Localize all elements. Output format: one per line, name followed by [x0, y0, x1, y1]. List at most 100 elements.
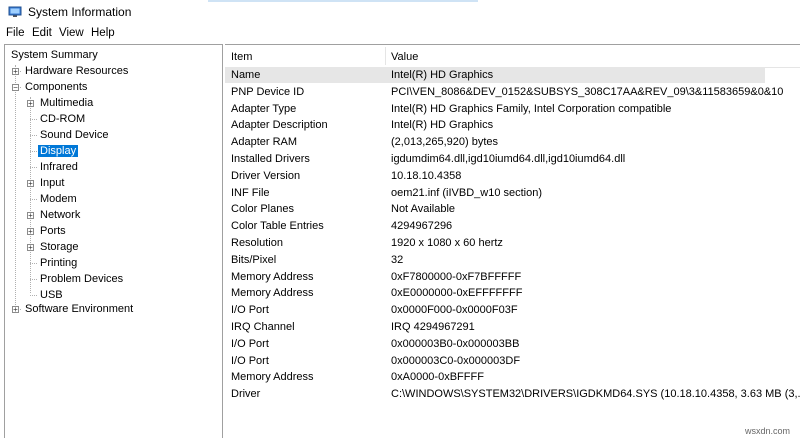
cell-item: I/O Port: [231, 354, 269, 367]
table-row[interactable]: INF File oem21.inf (iIVBD_w10 section): [225, 185, 765, 201]
tree-item-label: Components: [25, 81, 88, 93]
cell-value: Intel(R) HD Graphics: [391, 119, 494, 132]
tree-item-modem[interactable]: Modem: [38, 191, 79, 207]
tree-item-software-environment[interactable]: Software Environment: [23, 301, 135, 317]
expand-software-environment-icon[interactable]: +: [12, 306, 19, 314]
table-row[interactable]: I/O Port 0x000003C0-0x000003DF: [225, 353, 765, 369]
cell-item: Memory Address: [231, 287, 314, 300]
tree-item-input[interactable]: Input: [38, 175, 66, 191]
column-header-item[interactable]: Item: [231, 51, 252, 63]
table-row[interactable]: Name Intel(R) HD Graphics: [225, 67, 765, 83]
table-row[interactable]: Memory Address 0xF7800000-0xF7BFFFFF: [225, 269, 765, 285]
tree-item-system-summary[interactable]: System Summary: [9, 47, 100, 63]
category-tree[interactable]: System Summary + Hardware Resources − Co…: [4, 44, 223, 438]
cell-item: Adapter Type: [231, 102, 297, 115]
tree-item-label: Display: [38, 145, 79, 157]
expand-input-icon[interactable]: +: [27, 180, 34, 188]
table-row[interactable]: Color Planes Not Available: [225, 201, 765, 217]
tree-item-label: Printing: [40, 257, 78, 269]
expand-network-icon[interactable]: +: [27, 212, 34, 220]
tree-item-hardware-resources[interactable]: Hardware Resources: [23, 63, 130, 79]
cell-item: I/O Port: [231, 304, 269, 317]
cell-item: Name: [231, 69, 261, 81]
cell-value: 0xE0000000-0xEFFFFFFF: [391, 287, 523, 300]
table-row[interactable]: Adapter Description Intel(R) HD Graphics: [225, 117, 765, 133]
cell-value: 32: [391, 253, 404, 266]
table-row[interactable]: Memory Address 0xA0000-0xBFFFF: [225, 369, 765, 385]
tree-item-components[interactable]: Components: [23, 79, 89, 95]
tree-connector: [30, 167, 37, 168]
tree-item-sound-device[interactable]: Sound Device: [38, 127, 111, 143]
table-row[interactable]: Adapter RAM (2,013,265,920) bytes: [225, 134, 765, 150]
column-header-row: Item Value: [225, 45, 800, 68]
table-row[interactable]: Memory Address 0xE0000000-0xEFFFFFFF: [225, 285, 765, 301]
expand-multimedia-icon[interactable]: +: [27, 100, 34, 108]
tree-item-label: System Summary: [11, 49, 98, 61]
tree-item-problem-devices[interactable]: Problem Devices: [38, 271, 125, 287]
expand-ports-icon[interactable]: +: [27, 228, 34, 236]
cell-value: igdumdim64.dll,igd10iumd64.dll,igd10iumd…: [391, 153, 626, 165]
tree-item-multimedia[interactable]: Multimedia: [38, 95, 95, 111]
system-info-app-icon: [8, 6, 22, 17]
tree-item-label: Sound Device: [40, 129, 109, 141]
tree-item-label: Problem Devices: [40, 273, 124, 285]
watermark-text: wsxdn.com: [745, 426, 791, 436]
tree-item-usb[interactable]: USB: [38, 287, 65, 303]
table-row[interactable]: Color Table Entries 4294967296: [225, 218, 765, 234]
tree-item-label: Modem: [40, 193, 77, 205]
cell-item: INF File: [231, 186, 270, 199]
tree-item-label: Input: [40, 177, 65, 189]
expand-hardware-resources-icon[interactable]: +: [12, 68, 19, 76]
tree-item-storage[interactable]: Storage: [38, 239, 81, 255]
table-row[interactable]: I/O Port 0x000003B0-0x000003BB: [225, 336, 765, 352]
table-row[interactable]: Resolution 1920 x 1080 x 60 hertz: [225, 235, 765, 251]
menu-edit[interactable]: Edit: [32, 27, 52, 39]
table-row[interactable]: IRQ Channel IRQ 4294967291: [225, 319, 765, 335]
table-row[interactable]: PNP Device ID PCI\VEN_8086&DEV_0152&SUBSY…: [225, 84, 783, 100]
cell-item: Memory Address: [231, 371, 314, 384]
cell-item: Memory Address: [231, 270, 314, 283]
tree-item-label: USB: [40, 289, 63, 301]
tree-connector: [30, 295, 37, 296]
cell-value: oem21.inf (iIVBD_w10 section): [391, 186, 543, 199]
table-row[interactable]: Installed Drivers igdumdim64.dll,igd10ium…: [225, 151, 765, 167]
expand-storage-icon[interactable]: +: [27, 244, 34, 252]
cell-item: PNP Device ID: [231, 85, 305, 98]
menu-help[interactable]: Help: [91, 27, 115, 39]
menu-view[interactable]: View: [59, 27, 84, 39]
table-row[interactable]: Adapter Type Intel(R) HD Graphics Family,…: [225, 101, 765, 117]
tree-item-infrared[interactable]: Infrared: [38, 159, 80, 175]
table-row[interactable]: Driver Version 10.18.10.4358: [225, 168, 765, 184]
details-list[interactable]: Item Value Name Intel(R) HD Graphics PNP D…: [225, 44, 800, 438]
table-row[interactable]: Driver C:\WINDOWS\SYSTEM32\DRIVERS\IGDKMD…: [225, 386, 800, 402]
cell-value: Intel(R) HD Graphics: [391, 69, 494, 81]
tree-connector: [30, 119, 37, 120]
cell-value: 0xA0000-0xBFFFF: [391, 371, 484, 384]
column-divider[interactable]: [385, 47, 386, 65]
tree-item-display[interactable]: Display: [38, 143, 79, 159]
collapse-components-icon[interactable]: −: [12, 84, 19, 92]
table-row[interactable]: Bits/Pixel 32: [225, 252, 765, 268]
cell-value: IRQ 4294967291: [391, 321, 475, 333]
cell-value: 4294967296: [391, 220, 453, 233]
cell-value: 0x000003B0-0x000003BB: [391, 337, 520, 350]
tree-item-ports[interactable]: Ports: [38, 223, 68, 239]
table-row[interactable]: I/O Port 0x0000F000-0x0000F03F: [225, 302, 765, 318]
cell-value: 10.18.10.4358: [391, 169, 462, 182]
tree-item-label: Ports: [40, 225, 66, 237]
menu-file[interactable]: File: [6, 27, 25, 39]
cell-value: 0x0000F000-0x0000F03F: [391, 304, 518, 317]
tree-connector: [30, 199, 37, 200]
cell-value: 0xF7800000-0xF7BFFFFF: [391, 270, 522, 283]
cell-value: 1920 x 1080 x 60 hertz: [391, 237, 503, 249]
column-header-value[interactable]: Value: [391, 51, 418, 63]
tree-item-printing[interactable]: Printing: [38, 255, 79, 271]
tree-item-network[interactable]: Network: [38, 207, 82, 223]
tree-item-cd-rom[interactable]: CD-ROM: [38, 111, 87, 127]
cell-item: Color Planes: [231, 203, 294, 216]
cell-value: PCI\VEN_8086&DEV_0152&SUBSYS_308C17AA&RE…: [391, 85, 784, 98]
title-bar: System Information: [0, 0, 800, 24]
tree-item-label: Hardware Resources: [25, 65, 129, 77]
tree-connector: [30, 135, 37, 136]
cell-item: IRQ Channel: [231, 321, 295, 333]
